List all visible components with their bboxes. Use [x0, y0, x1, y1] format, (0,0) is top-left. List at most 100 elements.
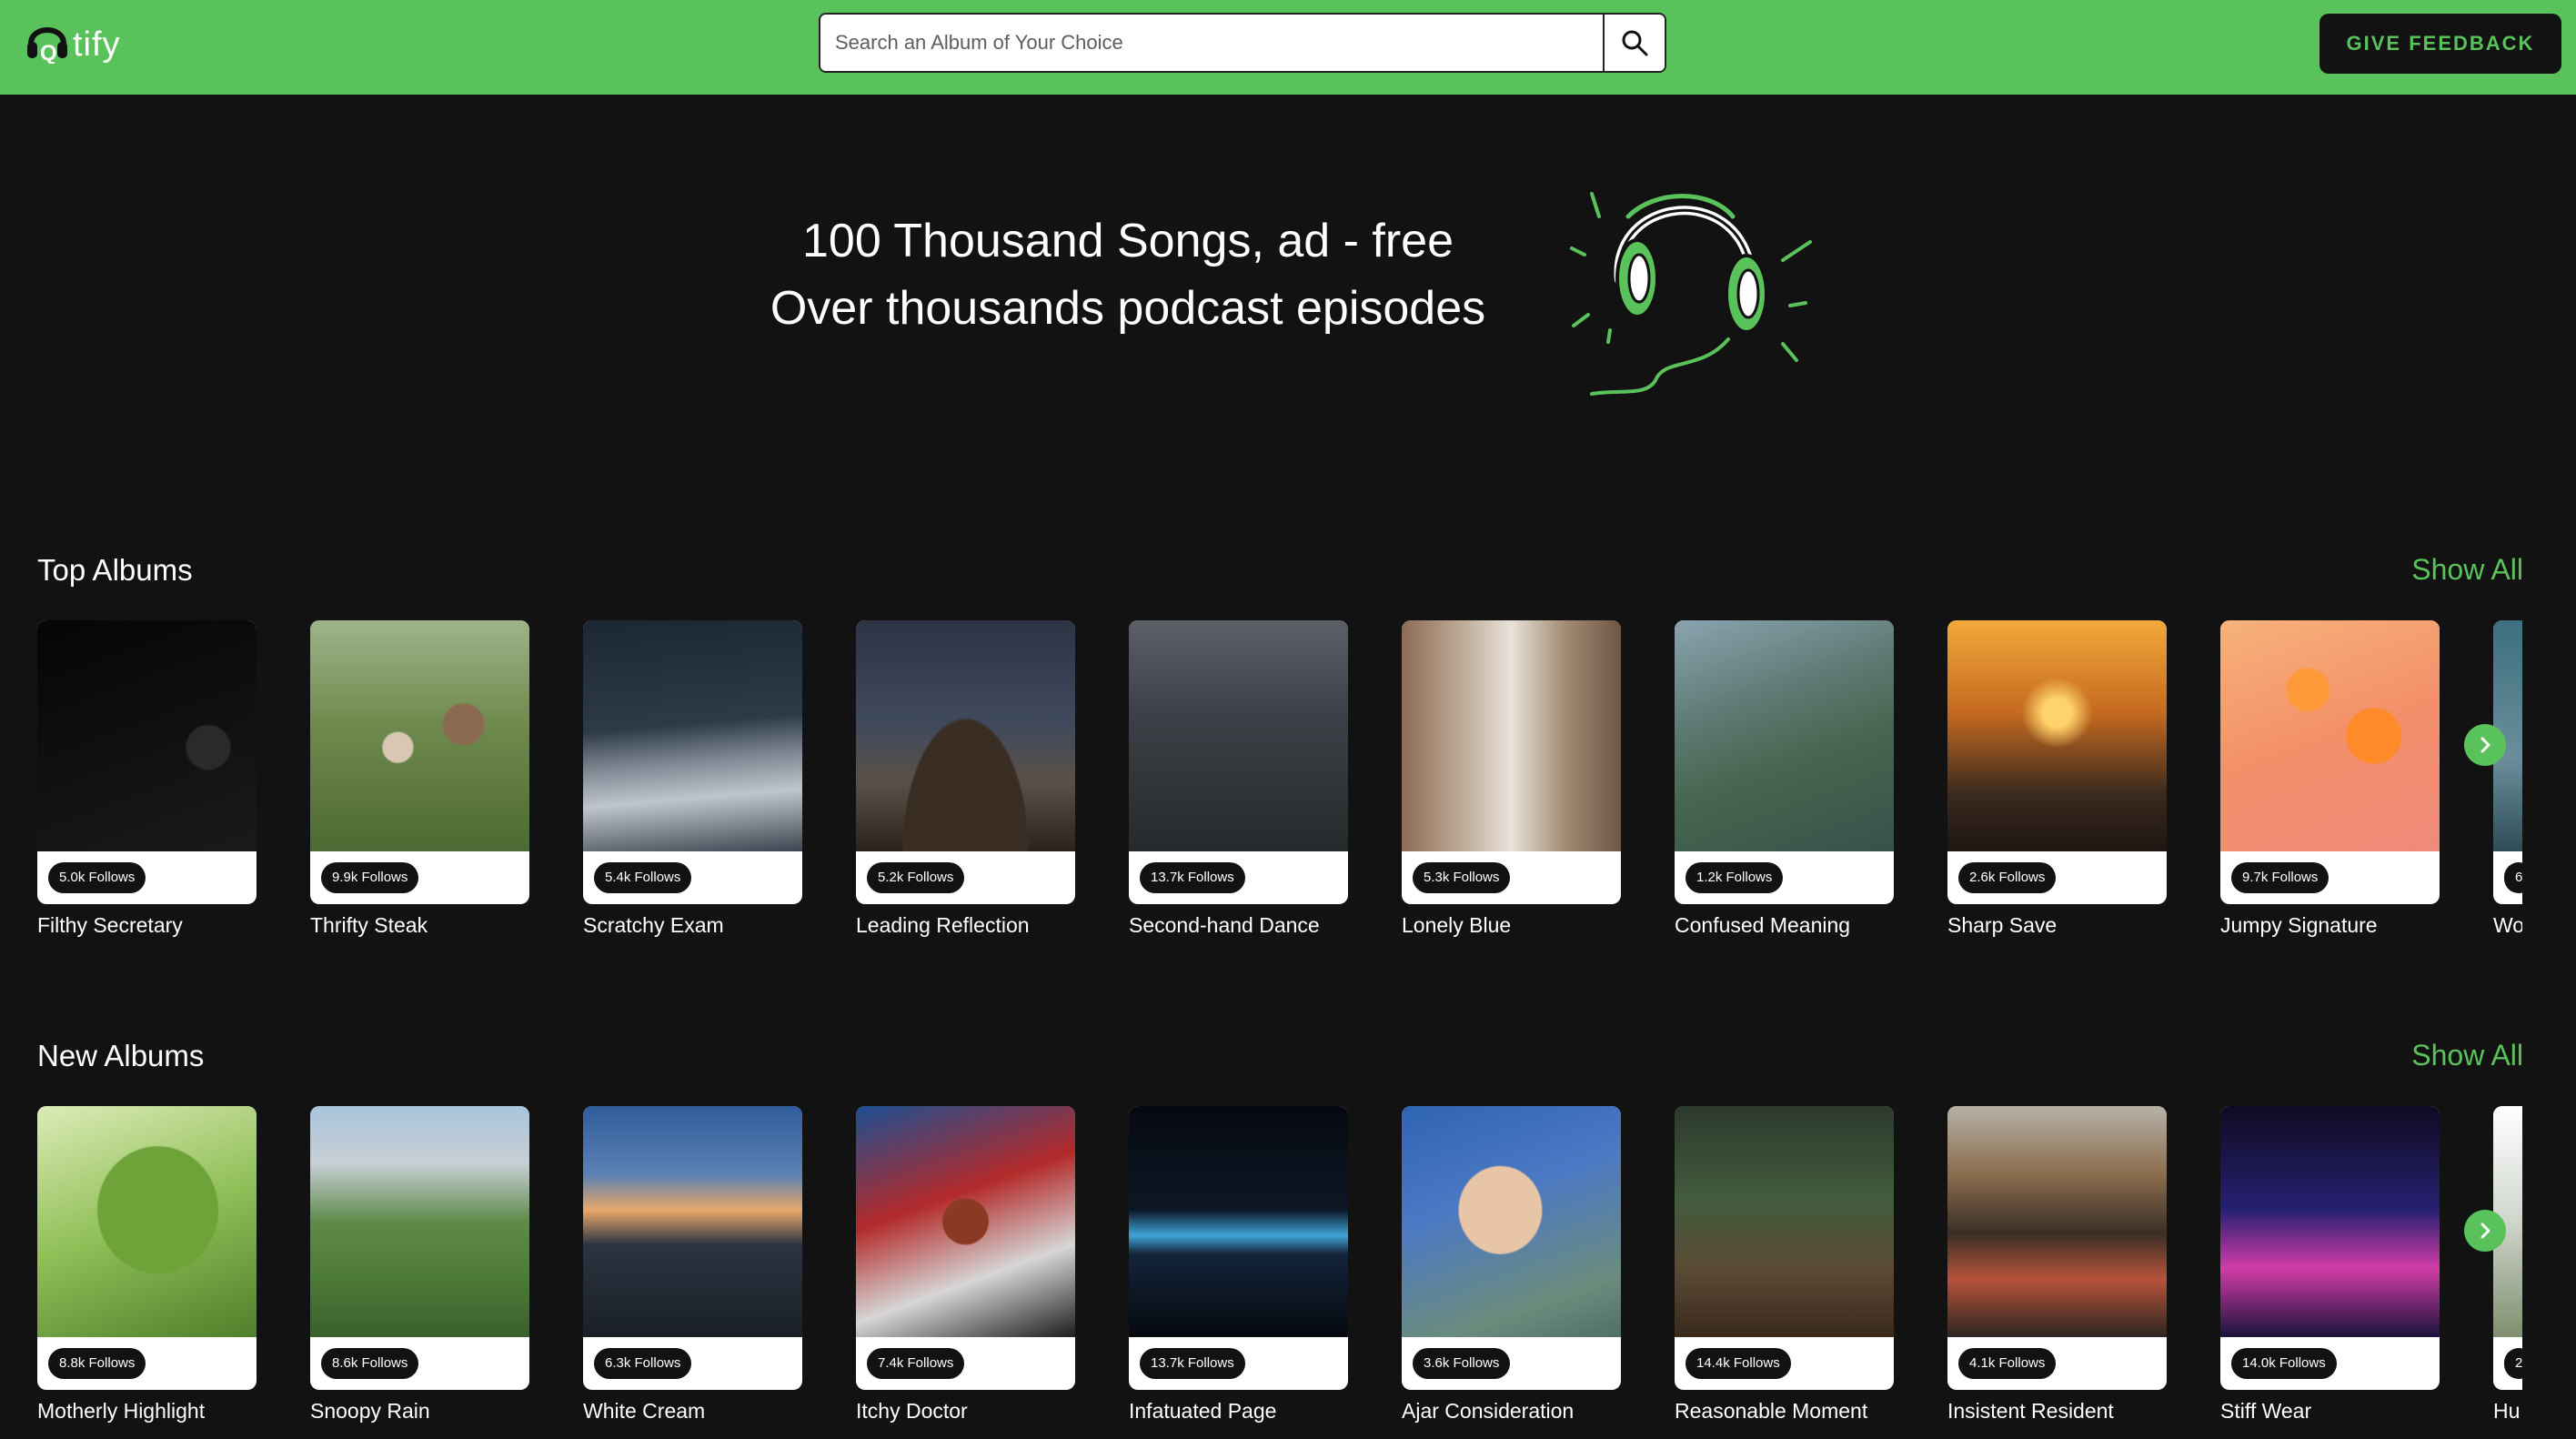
svg-text:Q: Q — [40, 41, 57, 64]
chevron-right-icon — [2480, 737, 2490, 753]
follows-badge: 5.2k Follows — [867, 862, 965, 893]
chevron-right-icon — [2480, 1223, 2490, 1239]
album-cover-image — [1675, 620, 1894, 851]
follows-badge: 6 — [2504, 862, 2522, 893]
top-albums-next-button[interactable] — [2464, 724, 2506, 766]
top-albums-row: 5.0k Follows Filthy Secretary 9.9k Follo… — [37, 620, 2522, 948]
album-cover-image — [583, 620, 802, 851]
album-title: Insistent Resident — [1947, 1399, 2114, 1423]
album-card-frame: 13.7k Follows — [1129, 1106, 1348, 1390]
album-card[interactable]: 8.8k Follows Motherly Highlight — [37, 1106, 257, 1424]
album-card-frame: 8.6k Follows — [310, 1106, 529, 1390]
album-card-frame: 2 — [2493, 1106, 2522, 1390]
album-title: Motherly Highlight — [37, 1399, 206, 1423]
search-icon — [1622, 30, 1648, 56]
album-title: Reasonable Moment — [1675, 1399, 1868, 1423]
section-title-new-albums: New Albums — [37, 1039, 205, 1072]
album-title: Ajar Consideration — [1402, 1399, 1575, 1423]
album-cover-image — [1947, 620, 2167, 851]
album-card[interactable]: 6 Wo — [2493, 620, 2522, 938]
album-card[interactable]: 5.2k Follows Leading Reflection — [856, 620, 1075, 938]
headphones-logo-icon: Q — [27, 27, 67, 64]
album-card[interactable]: 7.4k Follows Itchy Doctor — [856, 1106, 1075, 1424]
album-card[interactable]: 9.9k Follows Thrifty Steak — [310, 620, 529, 938]
follows-badge: 6.3k Follows — [594, 1348, 692, 1379]
album-cover-image — [1129, 620, 1348, 851]
follows-badge: 2.6k Follows — [1958, 862, 2057, 893]
album-card-frame: 1.2k Follows — [1675, 620, 1894, 904]
album-card-frame: 5.3k Follows — [1402, 620, 1621, 904]
album-title: Jumpy Signature — [2220, 913, 2378, 937]
section-title-top-albums: Top Albums — [37, 553, 193, 587]
hero-line-2: Over thousands podcast episodes — [770, 282, 1486, 335]
follows-badge: 14.0k Follows — [2231, 1348, 2337, 1379]
follows-badge: 2 — [2504, 1348, 2522, 1379]
follows-badge: 4.1k Follows — [1958, 1348, 2057, 1379]
album-cover-image — [37, 1106, 257, 1337]
album-title: Lonely Blue — [1402, 913, 1512, 937]
album-card[interactable]: 8.6k Follows Snoopy Rain — [310, 1106, 529, 1424]
album-card-frame: 4.1k Follows — [1947, 1106, 2167, 1390]
follows-badge: 13.7k Follows — [1140, 1348, 1245, 1379]
album-card[interactable]: 14.0k Follows Stiff Wear — [2220, 1106, 2440, 1424]
album-card[interactable]: 14.4k Follows Reasonable Moment — [1675, 1106, 1894, 1424]
album-card[interactable]: 5.3k Follows Lonely Blue — [1402, 620, 1621, 938]
logo[interactable]: Q tify — [25, 15, 121, 65]
album-card-frame: 9.7k Follows — [2220, 620, 2440, 904]
album-cover-image — [37, 620, 257, 851]
follows-badge: 9.9k Follows — [321, 862, 419, 893]
album-cover-image — [1402, 1106, 1621, 1337]
new-albums-next-button[interactable] — [2464, 1210, 2506, 1252]
show-all-new-albums-link[interactable]: Show All — [2411, 1039, 2523, 1072]
album-card[interactable]: 4.1k Follows Insistent Resident — [1947, 1106, 2167, 1424]
album-cover-image — [310, 1106, 529, 1337]
album-card[interactable]: 6.3k Follows White Cream — [583, 1106, 802, 1424]
album-title: Snoopy Rain — [310, 1399, 430, 1423]
album-cover-image — [1947, 1106, 2167, 1337]
search-input[interactable] — [820, 15, 1603, 71]
album-card-frame: 14.4k Follows — [1675, 1106, 1894, 1390]
album-card[interactable]: 13.7k Follows Second-hand Dance — [1129, 620, 1348, 938]
album-cover-image — [583, 1106, 802, 1337]
logo-text: tify — [73, 25, 121, 64]
album-card[interactable]: 9.7k Follows Jumpy Signature — [2220, 620, 2440, 938]
top-navbar: Q tify GIVE FEEDBACK — [0, 0, 2576, 95]
album-title: Confused Meaning — [1675, 913, 1851, 937]
album-title: Second-hand Dance — [1129, 913, 1320, 937]
hero-tagline: 100 Thousand Songs, ad - free Over thous… — [709, 207, 1546, 342]
follows-badge: 7.4k Follows — [867, 1348, 965, 1379]
album-card-frame: 5.0k Follows — [37, 620, 257, 904]
album-card-frame: 14.0k Follows — [2220, 1106, 2440, 1390]
album-cover-image — [1402, 620, 1621, 851]
album-card[interactable]: 5.0k Follows Filthy Secretary — [37, 620, 257, 938]
album-card-frame: 6 — [2493, 620, 2522, 904]
album-title: Filthy Secretary — [37, 913, 183, 937]
album-card-frame: 9.9k Follows — [310, 620, 529, 904]
album-title: Stiff Wear — [2220, 1399, 2312, 1423]
album-cover-image — [1675, 1106, 1894, 1337]
album-title: Sharp Save — [1947, 913, 2058, 937]
show-all-top-albums-link[interactable]: Show All — [2411, 553, 2523, 587]
album-card-frame: 3.6k Follows — [1402, 1106, 1621, 1390]
album-card[interactable]: 2.6k Follows Sharp Save — [1947, 620, 2167, 938]
follows-badge: 5.3k Follows — [1413, 862, 1511, 893]
follows-badge: 5.4k Follows — [594, 862, 692, 893]
headphones-illustration-icon — [1570, 192, 1812, 396]
search-button[interactable] — [1603, 15, 1665, 71]
album-cover-image — [2220, 620, 2440, 851]
album-card[interactable]: 1.2k Follows Confused Meaning — [1675, 620, 1894, 938]
album-title: Scratchy Exam — [583, 913, 724, 937]
search-bar — [819, 13, 1666, 73]
give-feedback-button[interactable]: GIVE FEEDBACK — [2319, 14, 2561, 74]
album-card-frame: 5.2k Follows — [856, 620, 1075, 904]
album-cover-image — [1129, 1106, 1348, 1337]
album-card[interactable]: 5.4k Follows Scratchy Exam — [583, 620, 802, 938]
album-cover-image — [2220, 1106, 2440, 1337]
album-card[interactable]: 2 Hu — [2493, 1106, 2522, 1424]
album-card-frame: 2.6k Follows — [1947, 620, 2167, 904]
album-card[interactable]: 3.6k Follows Ajar Consideration — [1402, 1106, 1621, 1424]
album-card-frame: 8.8k Follows — [37, 1106, 257, 1390]
album-title: Leading Reflection — [856, 913, 1030, 937]
follows-badge: 13.7k Follows — [1140, 862, 1245, 893]
album-card[interactable]: 13.7k Follows Infatuated Page — [1129, 1106, 1348, 1424]
